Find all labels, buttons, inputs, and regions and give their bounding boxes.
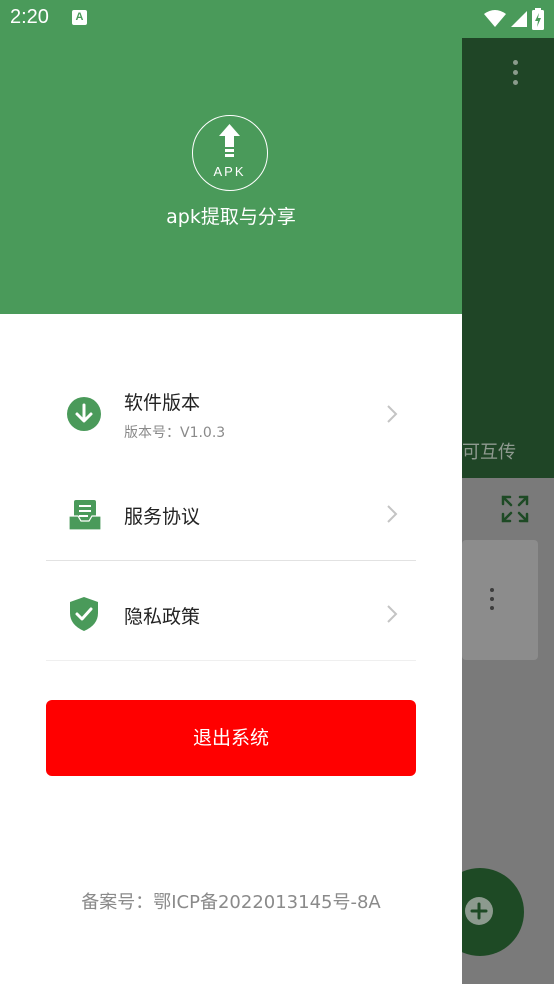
- navigation-drawer: APK apk提取与分享 软件版本 版本号：V1.0.3 服务协议 隐私政策 退…: [0, 0, 462, 984]
- notification-icon: A: [72, 10, 87, 25]
- menu-item-service-agreement[interactable]: 服务协议: [46, 490, 416, 540]
- status-bar: 2:20 A: [0, 0, 554, 38]
- menu-item-label: 隐私政策: [124, 606, 201, 628]
- menu-item-version[interactable]: 软件版本 版本号：V1.0.3: [46, 380, 416, 450]
- divider: [46, 660, 416, 661]
- app-logo: APK: [192, 115, 268, 191]
- app-name: apk提取与分享: [166, 206, 296, 228]
- battery-charging-icon: [532, 8, 544, 30]
- drawer-header: APK apk提取与分享: [0, 0, 462, 314]
- chevron-right-icon: [387, 605, 398, 623]
- version-number: 版本号：V1.0.3: [124, 425, 226, 441]
- logo-text: APK: [213, 164, 246, 179]
- logout-button[interactable]: 退出系统: [46, 700, 416, 776]
- background-card: [462, 540, 538, 660]
- signal-icon: [511, 11, 527, 27]
- add-fab-icon: [465, 897, 493, 925]
- background-partial-text: 可互传: [462, 442, 516, 463]
- menu-item-privacy-policy[interactable]: 隐私政策: [46, 590, 416, 640]
- menu-item-label: 服务协议: [124, 506, 201, 528]
- shield-check-icon: [70, 597, 98, 631]
- chevron-right-icon: [387, 505, 398, 523]
- more-vert-icon[interactable]: [488, 588, 496, 614]
- download-circle-icon: [67, 397, 101, 431]
- icp-record-number: 备案号：鄂ICP备2022013145号-8A: [81, 892, 381, 913]
- wifi-icon: [484, 10, 506, 27]
- more-vert-icon[interactable]: [504, 60, 526, 94]
- chevron-right-icon: [387, 405, 398, 423]
- divider: [46, 560, 416, 561]
- expand-icon[interactable]: [500, 494, 530, 524]
- status-time: 2:20: [10, 6, 49, 28]
- menu-item-label: 软件版本: [124, 392, 201, 414]
- document-tray-icon: [68, 500, 102, 531]
